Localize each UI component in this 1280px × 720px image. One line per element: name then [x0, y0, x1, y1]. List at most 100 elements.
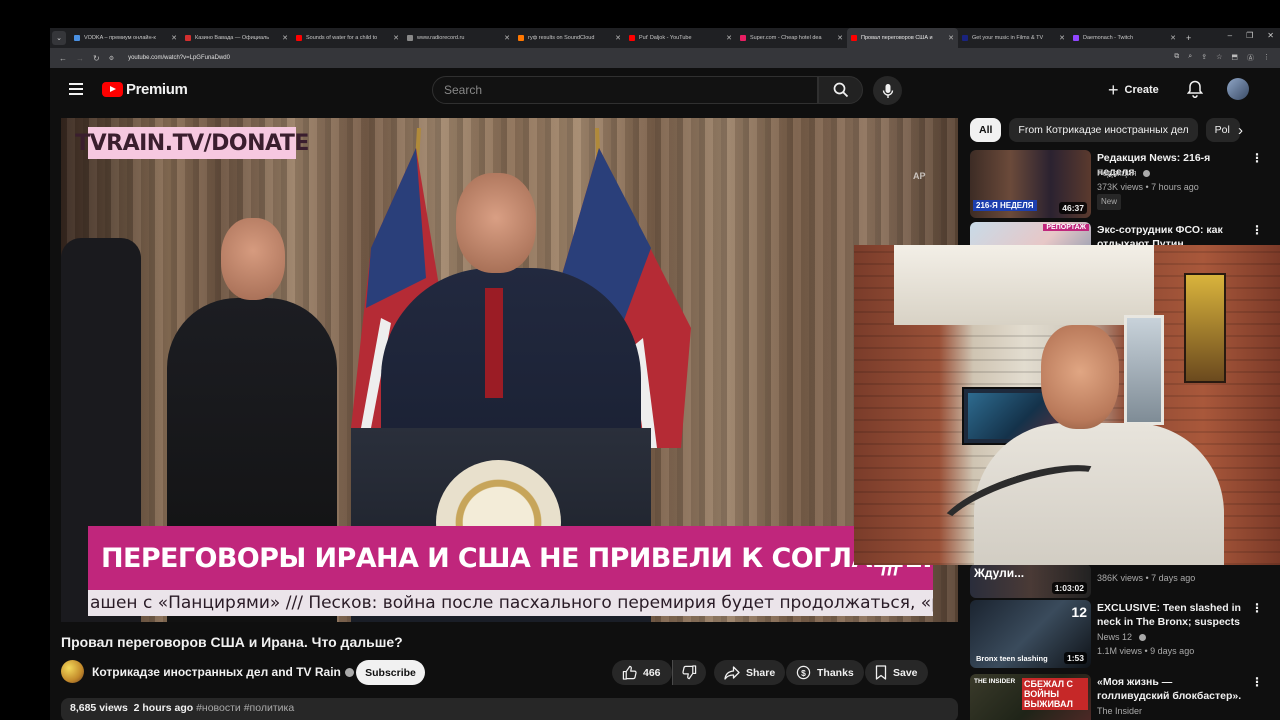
- list-item[interactable]: THE INSIDER СБЕЖАЛ С ВОЙНЫ ВЫЖИВАЛ «Моя …: [970, 674, 1270, 720]
- description-box[interactable]: 8,685 views 2 hours ago #новости #полити…: [61, 698, 958, 720]
- close-icon[interactable]: ✕: [393, 34, 399, 42]
- close-icon[interactable]: ✕: [171, 34, 177, 42]
- account-avatar[interactable]: [1227, 78, 1249, 100]
- share-button[interactable]: Share: [714, 660, 786, 685]
- channel-avatar[interactable]: [61, 660, 84, 683]
- chip-all[interactable]: All: [970, 118, 1002, 142]
- browser-tab[interactable]: Казино Вавада — Официаль ✕: [181, 28, 292, 48]
- notifications-button[interactable]: [1186, 80, 1204, 103]
- close-icon[interactable]: ✕: [837, 34, 843, 42]
- chevron-right-icon[interactable]: ›: [1238, 122, 1243, 139]
- tab-search-button[interactable]: ⌄: [52, 31, 66, 45]
- profile-icon[interactable]: Ⓐ: [1247, 53, 1254, 63]
- voice-search-button[interactable]: [873, 76, 902, 105]
- chip-politics[interactable]: Pol: [1205, 118, 1240, 142]
- news-headline: ПЕРЕГОВОРЫ ИРАНА И США НЕ ПРИВЕЛИ К СОГЛ…: [88, 526, 933, 590]
- channel-corner-logo: THE INSIDER: [974, 678, 1016, 685]
- new-tab-button[interactable]: +: [1186, 33, 1191, 43]
- close-icon[interactable]: ✕: [504, 34, 510, 42]
- browser-tab[interactable]: www.radiorecord.ru ✕: [403, 28, 514, 48]
- window-close-icon[interactable]: ✕: [1267, 31, 1274, 40]
- like-count: 466: [643, 666, 661, 679]
- browser-tab-bar: ⌄ VODKA – премиум онлайн-к ✕ Казино Вавад…: [50, 28, 1280, 48]
- tab-title: Get your music in Films & TV: [972, 35, 1044, 41]
- bell-icon: [1186, 80, 1204, 99]
- forward-icon[interactable]: →: [76, 54, 84, 63]
- close-icon[interactable]: ✕: [1170, 34, 1176, 42]
- more-options-icon[interactable]: ⋮: [1251, 676, 1263, 688]
- browser-tab[interactable]: Put' Daljok - YouTube ✕: [625, 28, 736, 48]
- install-icon[interactable]: ⧉: [1174, 53, 1179, 63]
- thanks-button[interactable]: $ Thanks: [786, 660, 864, 685]
- browser-tab[interactable]: Sounds of water for a child to ✕: [292, 28, 403, 48]
- video-thumbnail[interactable]: 12 Bronx teen slashing 1:53: [970, 600, 1091, 668]
- hashtags[interactable]: #новости #политика: [196, 702, 294, 714]
- browser-tab-active[interactable]: Провал переговоров США и ✕: [847, 28, 958, 48]
- list-item[interactable]: 216-Я НЕДЕЛЯ 46:37 Редакция News: 216-я …: [970, 150, 1270, 218]
- browser-tab[interactable]: Get your music in Films & TV ✕: [958, 28, 1069, 48]
- close-icon[interactable]: ✕: [1059, 34, 1065, 42]
- back-icon[interactable]: ←: [59, 54, 67, 63]
- video-duration: 1:53: [1063, 652, 1087, 664]
- subscribe-button[interactable]: Subscribe: [356, 660, 425, 685]
- site-info-icon[interactable]: ⚙: [109, 55, 114, 62]
- maximize-icon[interactable]: ❐: [1246, 31, 1253, 40]
- tab-favicon: [74, 35, 80, 41]
- channel-name[interactable]: Редакция: [1097, 166, 1151, 180]
- search-input[interactable]: Search: [432, 76, 818, 104]
- browser-tab[interactable]: гуф results on SoundCloud ✕: [514, 28, 625, 48]
- search-button[interactable]: [818, 76, 863, 104]
- svg-text:$: $: [801, 668, 806, 678]
- dislike-button[interactable]: [672, 660, 706, 685]
- tab-favicon: [407, 35, 413, 41]
- video-thumbnail[interactable]: THE INSIDER СБЕЖАЛ С ВОЙНЫ ВЫЖИВАЛ: [970, 674, 1091, 720]
- more-options-icon[interactable]: ⋮: [1251, 152, 1263, 164]
- zoom-icon[interactable]: ⌕: [1188, 53, 1192, 63]
- menu-icon[interactable]: [69, 83, 83, 95]
- wall-poster: [1184, 273, 1226, 383]
- minimize-icon[interactable]: –: [1228, 31, 1232, 40]
- tab-title: www.radiorecord.ru: [417, 35, 465, 41]
- more-options-icon[interactable]: ⋮: [1251, 224, 1263, 236]
- bookmark-star-icon[interactable]: ☆: [1216, 53, 1222, 63]
- save-label: Save: [893, 666, 918, 679]
- video-player[interactable]: TVRAIN.TV/DONATE AP ПЕРЕГОВОРЫ ИРАНА И С…: [61, 118, 958, 622]
- like-button[interactable]: 466: [612, 660, 672, 685]
- reload-icon[interactable]: ↻: [93, 54, 100, 63]
- extensions-icon[interactable]: ⬒: [1231, 53, 1238, 63]
- logo-text: Premium: [126, 81, 188, 98]
- browser-tab[interactable]: Daemonach - Twitch ✕: [1069, 28, 1180, 48]
- tab-favicon: [296, 35, 302, 41]
- news-ticker: ашен с «Панцирями» /// Песков: война пос…: [88, 590, 933, 616]
- video-duration: 1:03:02: [1051, 582, 1087, 594]
- chip-from-channel[interactable]: From Котрикадзе иностранных дел: [1009, 118, 1198, 142]
- url-field[interactable]: youtube.com/watch?v=LpGFunaDwd0: [128, 55, 1174, 61]
- tab-favicon: [185, 35, 191, 41]
- tab-favicon: [1073, 35, 1079, 41]
- close-icon[interactable]: ✕: [615, 34, 621, 42]
- video-thumbnail[interactable]: Ждули... 1:03:02: [970, 564, 1091, 598]
- close-icon[interactable]: ✕: [726, 34, 732, 42]
- channel-name[interactable]: Котрикадзе иностранных дел and TV Rain: [92, 665, 354, 679]
- browser-tab[interactable]: Super.com - Cheap hotel dea ✕: [736, 28, 847, 48]
- video-thumbnail[interactable]: 216-Я НЕДЕЛЯ 46:37: [970, 150, 1091, 218]
- list-item[interactable]: 12 Bronx teen slashing 1:53 EXCLUSIVE: T…: [970, 600, 1270, 668]
- thanks-label: Thanks: [817, 666, 854, 679]
- video-title[interactable]: EXCLUSIVE: Teen slashed in neck in The B…: [1097, 601, 1247, 629]
- share-icon[interactable]: ⇪: [1201, 53, 1207, 63]
- browser-tab[interactable]: VODKA – премиум онлайн-к ✕: [70, 28, 181, 48]
- create-button[interactable]: + Create: [1108, 78, 1159, 102]
- youtube-premium-logo[interactable]: Premium: [102, 81, 188, 98]
- address-bar-actions: ⧉ ⌕ ⇪ ☆ ⬒ Ⓐ ⋮: [1174, 53, 1270, 63]
- channel-name[interactable]: News 12: [1097, 630, 1146, 644]
- channel-name[interactable]: The Insider: [1097, 704, 1142, 718]
- save-button[interactable]: Save: [865, 660, 928, 685]
- video-title[interactable]: «Моя жизнь — голливудский блокбастер». И…: [1097, 675, 1247, 703]
- menu-dots-icon[interactable]: ⋮: [1263, 53, 1270, 63]
- thanks-icon: $: [796, 665, 811, 680]
- close-icon[interactable]: ✕: [282, 34, 288, 42]
- person-background-head: [221, 218, 285, 300]
- close-icon[interactable]: ✕: [948, 34, 954, 42]
- more-options-icon[interactable]: ⋮: [1251, 602, 1263, 614]
- tabs: VODKA – премиум онлайн-к ✕ Казино Вавада …: [70, 28, 1180, 48]
